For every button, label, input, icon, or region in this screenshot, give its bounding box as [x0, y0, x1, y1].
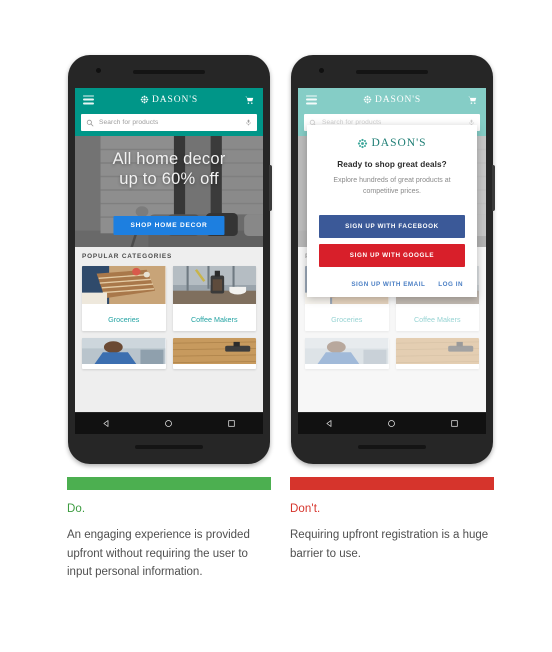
modal-subtitle: Explore hundreds of great products at co… [333, 177, 451, 195]
microphone-icon[interactable] [245, 118, 252, 127]
phone-mockup-dont: DASON'S Search for products [291, 55, 495, 464]
categories-grid: Groceries Coffee Makers [82, 266, 256, 369]
square-recents-icon[interactable] [227, 419, 236, 428]
android-navigation-bar [298, 413, 486, 434]
chin-speaker [135, 445, 203, 449]
app-brand-name: DASON'S [151, 94, 199, 105]
phone-screen-dont: DASON'S Search for products [298, 88, 486, 412]
triangle-back-icon[interactable] [325, 419, 334, 428]
power-button[interactable] [492, 165, 495, 211]
category-card-groceries[interactable]: Groceries [82, 266, 166, 331]
category-card-row2-right[interactable] [172, 338, 257, 369]
front-camera-icon [96, 68, 101, 73]
android-navigation-bar [75, 413, 263, 434]
panel-do: DASON'S Search for products All home dec… [64, 0, 294, 582]
hero-banner: All home decor up to 60% off SHOP HOME D… [75, 136, 263, 247]
french-press-photo [173, 266, 257, 304]
caption-label: Do. [67, 503, 86, 515]
search-section: Search for products [75, 111, 263, 136]
shopping-cart-icon[interactable] [244, 95, 255, 105]
square-recents-icon[interactable] [450, 419, 459, 428]
hamburger-menu-icon[interactable] [83, 95, 94, 104]
caption-body: An engaging experience is provided upfro… [67, 529, 250, 579]
search-placeholder: Search for products [99, 119, 159, 126]
earpiece-speaker [356, 70, 428, 74]
hero-headline-line2: up to 60% off [119, 170, 219, 189]
shop-home-decor-button[interactable]: SHOP HOME DECOR [113, 216, 225, 235]
modal-brand-name: DASON'S [371, 137, 427, 149]
categories-heading: POPULAR CATEGORIES [82, 253, 173, 260]
modal-title: Ready to shop great deals? [337, 160, 447, 169]
popular-categories-section: POPULAR CATEGORIES Groceries Coffee Make… [75, 247, 263, 412]
chin-speaker [358, 445, 426, 449]
hero-headline-line1: All home decor [112, 150, 226, 168]
rosette-flower-icon [140, 95, 149, 104]
caption-dont: Don't. Requiring upfront registration is… [290, 503, 498, 563]
app-bar: DASON'S [75, 88, 263, 111]
signup-email-link[interactable]: SIGN UP WITH EMAIL [351, 281, 425, 288]
caption-body: Requiring upfront registration is a huge… [290, 529, 489, 560]
search-icon [86, 119, 94, 127]
category-card-coffee-makers[interactable]: Coffee Makers [172, 266, 257, 331]
category-label: Groceries [108, 315, 140, 324]
signup-google-button[interactable]: SIGN UP WITH GOOGLE [319, 243, 465, 267]
modal-links: SIGN UP WITH EMAIL LOG IN [319, 281, 465, 288]
login-link[interactable]: LOG IN [438, 281, 463, 288]
layered-cake-photo [82, 266, 166, 304]
circle-home-icon[interactable] [387, 419, 396, 428]
earpiece-speaker [133, 70, 205, 74]
modal-brand: DASON'S [319, 137, 465, 149]
front-camera-icon [319, 68, 324, 73]
phone-screen-do: DASON'S Search for products All home dec… [75, 88, 263, 412]
circle-home-icon[interactable] [164, 419, 173, 428]
accent-bar-do [67, 477, 271, 490]
search-input[interactable]: Search for products [81, 114, 257, 131]
person-blue-shirt-photo [82, 338, 166, 364]
phone-mockup-do: DASON'S Search for products All home dec… [68, 55, 272, 464]
hero-headline: All home decor up to 60% off [75, 149, 263, 189]
caption-do: Do. An engaging experience is provided u… [67, 503, 275, 582]
signup-modal: DASON'S Ready to shop great deals? Explo… [307, 125, 477, 297]
category-card-row2-left[interactable] [82, 338, 166, 369]
power-button[interactable] [269, 165, 272, 211]
panel-dont: DASON'S Search for products [287, 0, 517, 563]
triangle-back-icon[interactable] [102, 419, 111, 428]
app-brand: DASON'S [140, 95, 198, 105]
do-dont-comparison-board: DASON'S Search for products All home dec… [0, 0, 552, 652]
rosette-flower-icon [357, 138, 368, 149]
caption-label: Don't. [290, 503, 321, 515]
category-label: Coffee Makers [190, 315, 238, 324]
signup-facebook-button[interactable]: SIGN UP WITH FACEBOOK [319, 214, 465, 238]
accent-bar-dont [290, 477, 494, 490]
wooden-table-photo [173, 338, 257, 364]
